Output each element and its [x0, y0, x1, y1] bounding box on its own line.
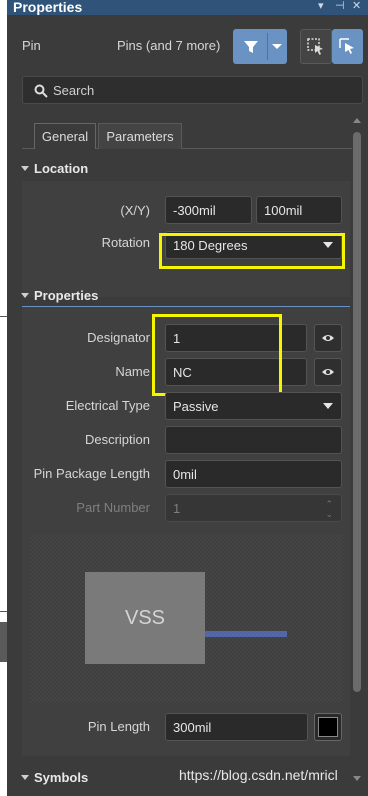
select-touch-button[interactable] — [332, 29, 363, 64]
scrollbar-thumb[interactable] — [353, 132, 361, 692]
search-input[interactable]: Search — [22, 76, 363, 104]
properties-section-header[interactable]: Properties — [21, 288, 98, 303]
x-value: -300mil — [173, 202, 216, 218]
name-label: Name — [115, 364, 150, 379]
component-body: VSS — [85, 572, 205, 664]
part-number-label: Part Number — [76, 500, 150, 515]
watermark-text: https://blog.csdn.net/mricl — [179, 767, 338, 783]
pin-line — [205, 631, 287, 637]
collapse-triangle-icon — [21, 293, 29, 298]
pin-length-label: Pin Length — [87, 719, 150, 734]
select-inside-icon — [307, 37, 323, 55]
spinner-arrows-icon: ⌃ ⌄ — [325, 499, 333, 519]
name-value: NC — [173, 364, 192, 380]
pin-color-button[interactable] — [314, 713, 342, 741]
description-field[interactable] — [165, 426, 342, 454]
collapse-triangle-icon — [21, 166, 29, 171]
electrical-type-value: Passive — [173, 398, 219, 414]
select-mode-button[interactable] — [300, 29, 332, 64]
designator-label: Designator — [87, 330, 150, 345]
y-value: 100mil — [264, 202, 303, 218]
filter-button[interactable] — [233, 29, 287, 64]
collapse-triangle-icon — [21, 775, 29, 780]
eye-icon — [322, 335, 334, 341]
eye-icon — [322, 369, 334, 375]
tab-parameters[interactable]: Parameters — [98, 123, 182, 149]
chevron-down-icon[interactable] — [272, 44, 282, 49]
electrical-type-label: Electrical Type — [65, 398, 150, 413]
filter-icon — [244, 41, 258, 53]
select-touching-icon — [338, 37, 354, 54]
name-field[interactable]: NC — [165, 358, 307, 386]
object-type-label: Pin — [22, 38, 41, 53]
pin-package-length-field[interactable]: 0mil — [165, 460, 342, 488]
panel-menu-icon[interactable]: ▾ — [318, 0, 324, 12]
chevron-down-icon — [323, 242, 333, 248]
rotation-label: Rotation — [101, 235, 150, 250]
name-visibility-button[interactable] — [314, 358, 342, 386]
edge-line — [0, 316, 7, 317]
pin-package-length-value: 0mil — [173, 466, 197, 482]
symbols-section-label: Symbols — [34, 770, 89, 785]
pin-package-length-label: Pin Package Length — [33, 466, 150, 481]
edge-dark-block — [0, 622, 7, 662]
properties-panel: Pin Pins (and 7 more) Search General Par… — [7, 15, 368, 796]
pin-length-value: 300mil — [173, 719, 212, 735]
edge-line — [0, 611, 7, 612]
search-placeholder: Search — [53, 82, 95, 98]
tab-general[interactable]: General — [34, 123, 96, 149]
description-label: Description — [84, 432, 150, 447]
selection-summary: Pins (and 7 more) — [117, 38, 221, 53]
properties-section-label: Properties — [34, 288, 99, 303]
location-section-header[interactable]: Location — [21, 161, 88, 176]
part-number-value: 1 — [173, 500, 181, 516]
symbols-section-header[interactable]: Symbols — [21, 770, 88, 785]
color-swatch — [318, 717, 338, 737]
split-divider — [267, 33, 268, 60]
component-body-label: VSS — [124, 606, 166, 629]
chevron-down-icon — [323, 403, 333, 409]
designator-visibility-button[interactable] — [314, 324, 342, 352]
pin-preview: VSS — [30, 535, 343, 702]
xy-label: (X/Y) — [120, 203, 150, 218]
designator-value: 1 — [173, 330, 181, 346]
pin-panel-icon[interactable]: ⊣ — [335, 0, 345, 12]
scroll-up-icon[interactable] — [353, 118, 361, 123]
pin-length-field[interactable]: 300mil — [165, 713, 308, 741]
panel-title: Properties — [13, 0, 83, 15]
panel-title-bar: Properties ▾ ⊣ ✕ — [7, 0, 368, 15]
background-window-edge — [0, 0, 7, 796]
vertical-scrollbar[interactable] — [352, 118, 361, 781]
y-field[interactable]: 100mil — [256, 196, 342, 224]
scroll-down-icon[interactable] — [353, 776, 361, 781]
designator-field[interactable]: 1 — [165, 324, 307, 352]
rotation-select[interactable]: 180 Degrees — [165, 231, 342, 259]
x-field[interactable]: -300mil — [165, 196, 252, 224]
location-section-label: Location — [34, 161, 89, 176]
rotation-value: 180 Degrees — [173, 237, 248, 253]
search-icon — [34, 84, 48, 98]
electrical-type-select[interactable]: Passive — [165, 392, 342, 420]
part-number-field: 1 ⌃ ⌄ — [165, 494, 342, 522]
close-icon[interactable]: ✕ — [352, 0, 361, 12]
